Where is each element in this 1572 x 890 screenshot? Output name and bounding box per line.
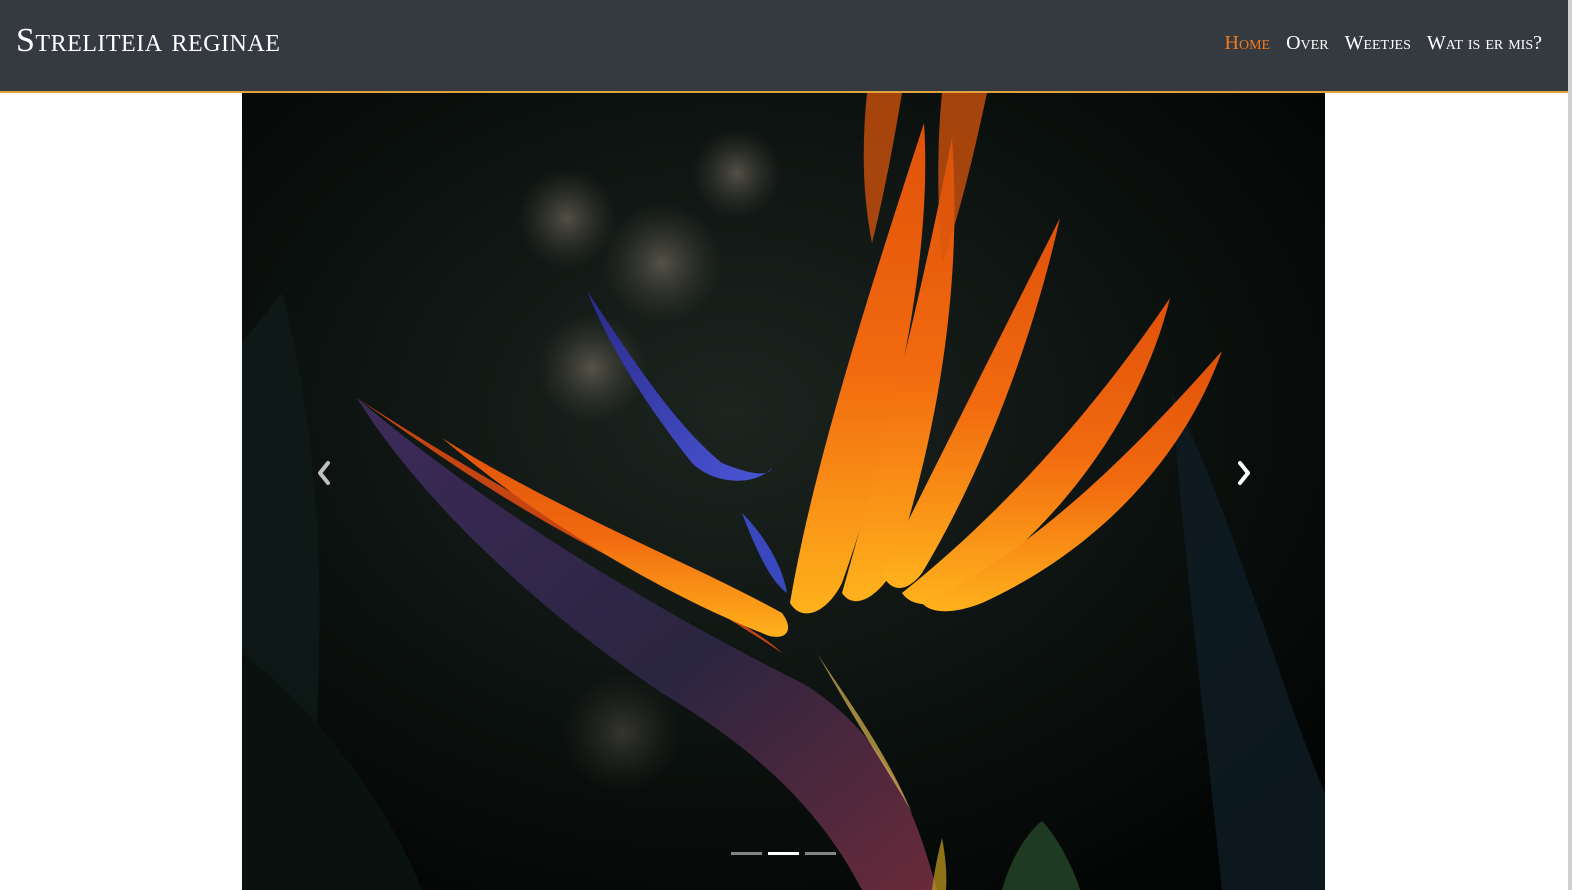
carousel-next-button[interactable]	[1214, 443, 1274, 503]
chevron-right-icon	[1238, 461, 1250, 485]
nav-links: Home Over Weetjes Wat is er mis?	[1225, 32, 1542, 55]
nav-link-home[interactable]: Home	[1225, 32, 1271, 55]
site-brand[interactable]: Streliteia reginae	[16, 22, 280, 60]
chevron-left-icon	[318, 461, 330, 485]
carousel-prev-button[interactable]	[294, 443, 354, 503]
nav-link-weetjes[interactable]: Weetjes	[1345, 32, 1411, 55]
carousel-indicator-3[interactable]	[805, 852, 836, 855]
carousel-slide	[242, 93, 1325, 890]
nav-link-over[interactable]: Over	[1286, 32, 1328, 55]
page-scrollbar[interactable]	[1568, 0, 1572, 890]
bird-of-paradise-photo	[242, 93, 1325, 890]
image-carousel	[242, 93, 1325, 890]
carousel-indicator-2[interactable]	[768, 852, 799, 855]
navbar: Streliteia reginae Home Over Weetjes Wat…	[0, 0, 1568, 93]
carousel-indicators	[731, 852, 836, 855]
carousel-indicator-1[interactable]	[731, 852, 762, 855]
nav-link-wat-is-er-mis[interactable]: Wat is er mis?	[1427, 32, 1542, 55]
